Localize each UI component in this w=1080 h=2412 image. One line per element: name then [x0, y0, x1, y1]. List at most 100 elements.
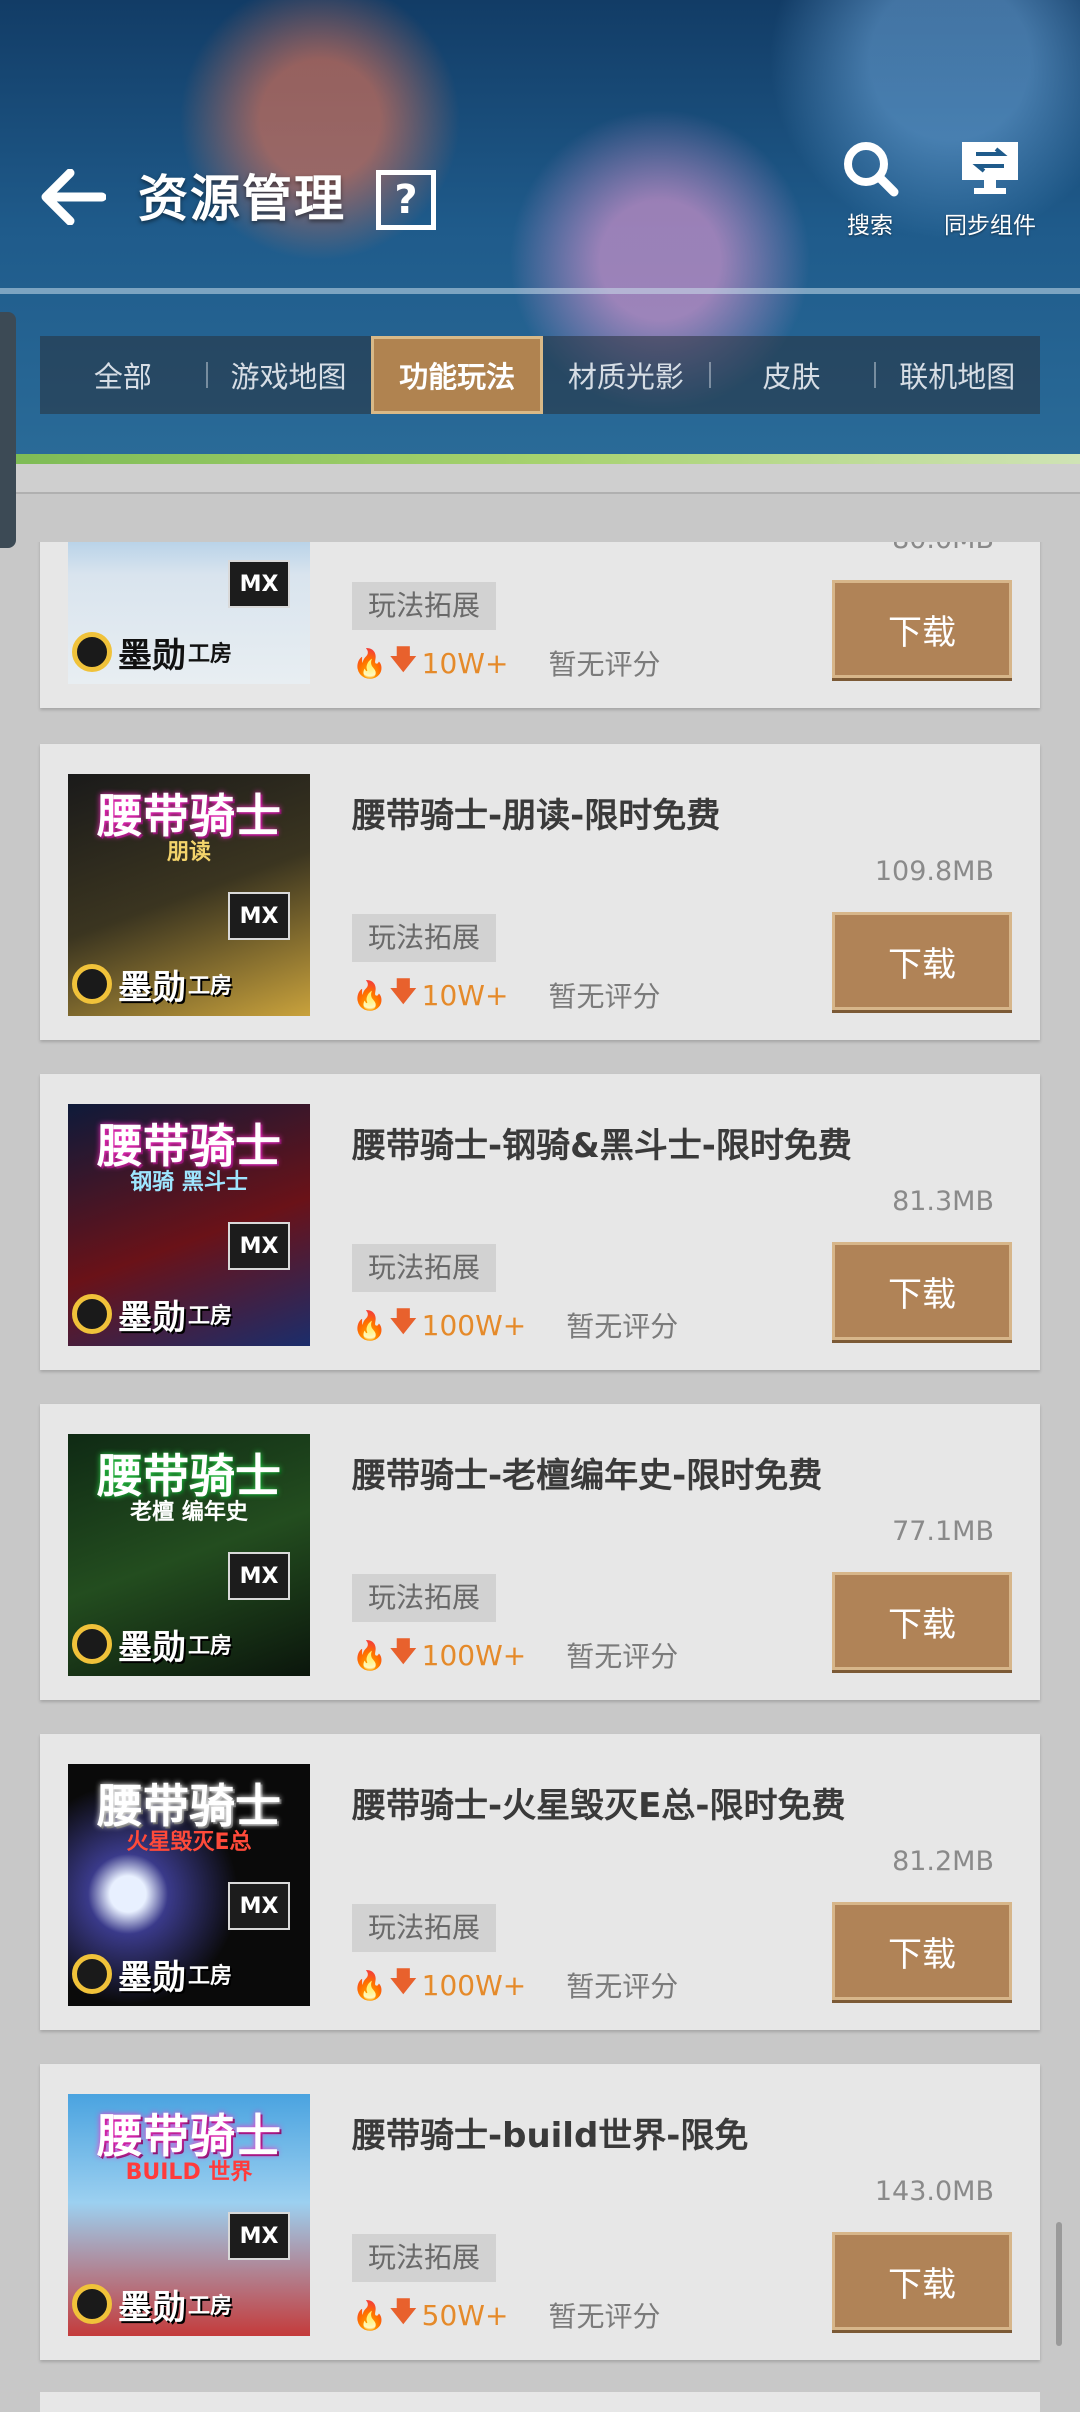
download-button[interactable]: 下载: [832, 1572, 1012, 1670]
resource-title[interactable]: 腰带骑士-钢骑&黑斗士-限时免费: [352, 1118, 852, 1167]
tab-gameplay[interactable]: 功能玩法: [371, 336, 544, 414]
list-item[interactable]: MX 墨勋工房 80.0MB 玩法拓展 🔥 🡇 10W+ 暂无评分 下载: [40, 542, 1040, 708]
brand-logo: 墨勋 工房: [72, 1946, 232, 2002]
mx-badge: MX: [228, 1222, 290, 1270]
brand-logo-icon: [72, 2284, 112, 2324]
stats-row: 🔥 🡇 10W+ 暂无评分: [352, 642, 660, 684]
thumbnail-subtitle: 钢骑 黑斗士: [130, 1170, 248, 1195]
download-button[interactable]: 下载: [832, 1242, 1012, 1340]
download-arrow-icon: 🡇: [388, 2295, 418, 2328]
list-item[interactable]: 腰带骑士 钢骑 黑斗士 MX 墨勋 工房 腰带骑士-钢骑&黑斗士-限时免费 81.…: [40, 1074, 1040, 1370]
thumbnail-subtitle: 火星毁灭E总: [126, 1830, 252, 1855]
brand-logo-icon: [72, 964, 112, 1004]
rating-text: 暂无评分: [566, 1640, 679, 1673]
category-tag: 玩法拓展: [352, 1574, 497, 1622]
category-tabs: 全部 游戏地图 功能玩法 材质光影 皮肤 联机地图: [40, 336, 1040, 414]
stats-row: 🔥 🡇 100W+ 暂无评分: [352, 1634, 678, 1676]
download-button[interactable]: 下载: [832, 1902, 1012, 2000]
download-count: 50W+: [421, 2298, 509, 2332]
header-divider: [0, 288, 1080, 294]
back-arrow-icon: [41, 169, 106, 225]
download-count: 100W+: [421, 1968, 527, 2002]
thumbnail-subtitle: 朋读: [166, 840, 211, 865]
file-size: 80.0MB: [892, 542, 994, 555]
category-tag: 玩法拓展: [352, 582, 497, 630]
file-size: 77.1MB: [892, 1516, 994, 1547]
help-icon[interactable]: ?: [376, 170, 436, 230]
next-list-item-edge: [40, 2392, 1040, 2412]
resource-title[interactable]: 腰带骑士-朋读-限时免费: [352, 788, 720, 837]
thumbnail-subtitle: 老檀 编年史: [130, 1500, 248, 1525]
download-arrow-icon: 🡇: [388, 1635, 418, 1668]
download-arrow-icon: 🡇: [388, 975, 418, 1008]
resource-thumbnail: 腰带骑士 朋读 MX 墨勋 工房: [68, 774, 310, 1016]
list-item[interactable]: 腰带骑士 老檀 编年史 MX 墨勋 工房 腰带骑士-老檀编年史-限时免费 77.1…: [40, 1404, 1040, 1700]
download-button[interactable]: 下载: [832, 912, 1012, 1010]
thumbnail-subtitle: BUILD 世界: [125, 2160, 253, 2185]
tab-multiplayer-maps[interactable]: 联机地图: [874, 336, 1040, 414]
stats-row: 🔥 🡇 100W+ 暂无评分: [352, 1304, 678, 1346]
fire-icon: 🔥: [352, 1638, 387, 1672]
tab-game-maps[interactable]: 游戏地图: [205, 336, 372, 414]
fire-icon: 🔥: [352, 646, 387, 680]
tab-textures-shaders[interactable]: 材质光影: [543, 336, 709, 414]
list-item[interactable]: 腰带骑士 火星毁灭E总 MX 墨勋 工房 腰带骑士-火星毁灭E总-限时免费 81.…: [40, 1734, 1040, 2030]
list-item[interactable]: 腰带骑士 朋读 MX 墨勋 工房 腰带骑士-朋读-限时免费 109.8MB 玩法拓…: [40, 744, 1040, 1040]
fire-icon: 🔥: [352, 978, 387, 1012]
brand-logo: 墨勋 工房: [72, 1616, 232, 1672]
side-drawer-handle[interactable]: [0, 312, 16, 548]
resource-title[interactable]: 腰带骑士-老檀编年史-限时免费: [352, 1448, 822, 1497]
mx-badge: MX: [228, 2212, 290, 2260]
download-arrow-icon: 🡇: [388, 1305, 418, 1338]
search-label: 搜索: [847, 213, 893, 239]
brand-logo: 墨勋 工房: [72, 624, 232, 680]
resource-thumbnail: 腰带骑士 火星毁灭E总 MX 墨勋 工房: [68, 1764, 310, 2006]
download-count: 10W+: [421, 978, 509, 1012]
download-count: 100W+: [421, 1308, 527, 1342]
stats-row: 🔥 🡇 50W+ 暂无评分: [352, 2294, 660, 2336]
brand-logo-icon: [72, 1624, 112, 1664]
search-button[interactable]: 搜索: [810, 138, 930, 240]
mx-badge: MX: [228, 892, 290, 940]
rating-text: 暂无评分: [566, 1310, 679, 1343]
rating-text: 暂无评分: [548, 648, 661, 681]
stats-row: 🔥 🡇 10W+ 暂无评分: [352, 974, 660, 1016]
tab-skins[interactable]: 皮肤: [708, 336, 875, 414]
tab-all[interactable]: 全部: [40, 336, 206, 414]
download-button[interactable]: 下载: [832, 2232, 1012, 2330]
page-title: 资源管理: [138, 170, 346, 228]
category-tag: 玩法拓展: [352, 914, 497, 962]
mx-badge: MX: [228, 1552, 290, 1600]
sync-monitor-icon: [962, 142, 1018, 194]
back-button[interactable]: [38, 162, 108, 232]
fire-icon: 🔥: [352, 1968, 387, 2002]
sync-components-button[interactable]: 同步组件: [930, 138, 1050, 240]
download-count: 10W+: [421, 646, 509, 680]
download-button[interactable]: 下载: [832, 580, 1012, 678]
file-size: 81.2MB: [892, 1846, 994, 1877]
list-item[interactable]: 腰带骑士 BUILD 世界 MX 墨勋 工房 腰带骑士-build世界-限免 14…: [40, 2064, 1040, 2360]
fire-icon: 🔥: [352, 2298, 387, 2332]
stats-row: 🔥 🡇 100W+ 暂无评分: [352, 1964, 678, 2006]
brand-logo: 墨勋 工房: [72, 1286, 232, 1342]
category-tag: 玩法拓展: [352, 1244, 497, 1292]
brand-logo-icon: [72, 1954, 112, 1994]
mx-badge: MX: [228, 1882, 290, 1930]
header-bar: 资源管理 ? 搜索 同步组件 全部 游戏地图 功能玩法 材质光影 皮肤 联机地图: [0, 0, 1080, 460]
resource-title[interactable]: 腰带骑士-build世界-限免: [352, 2108, 748, 2157]
resource-thumbnail: 腰带骑士 BUILD 世界 MX 墨勋 工房: [68, 2094, 310, 2336]
resource-thumbnail: 腰带骑士 老檀 编年史 MX 墨勋 工房: [68, 1434, 310, 1676]
header-accent-bar: [0, 454, 1080, 464]
rating-text: 暂无评分: [548, 980, 661, 1013]
scrollbar-thumb[interactable]: [1056, 2222, 1062, 2346]
file-size: 143.0MB: [874, 2176, 994, 2207]
mx-badge: MX: [228, 560, 290, 608]
resource-list[interactable]: MX 墨勋工房 80.0MB 玩法拓展 🔥 🡇 10W+ 暂无评分 下载 腰带骑…: [0, 542, 1080, 2400]
category-tag: 玩法拓展: [352, 2234, 497, 2282]
sync-label: 同步组件: [944, 213, 1036, 239]
brand-logo: 墨勋 工房: [72, 956, 232, 1012]
search-icon: [844, 142, 899, 197]
resource-title[interactable]: 腰带骑士-火星毁灭E总-限时免费: [352, 1778, 845, 1827]
list-top-band: [0, 464, 1080, 494]
brand-logo-icon: [72, 632, 112, 672]
